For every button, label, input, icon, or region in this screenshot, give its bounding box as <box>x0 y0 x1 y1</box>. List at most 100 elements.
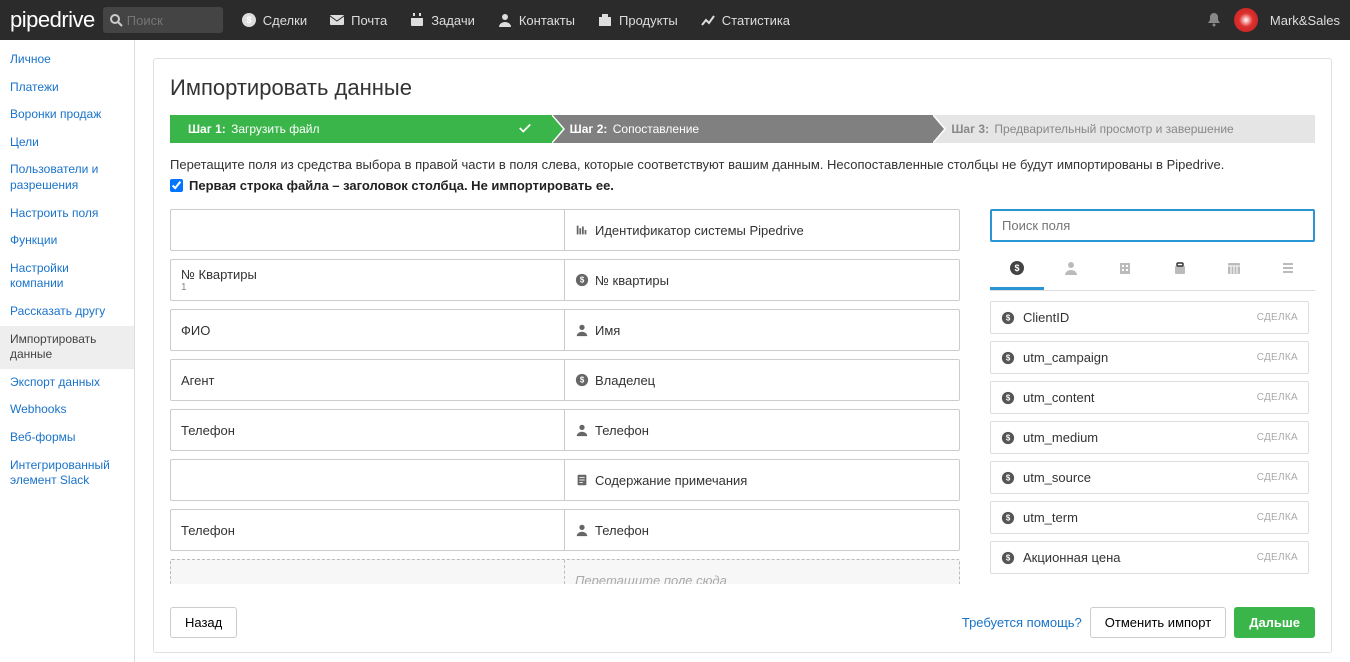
sidebar-item-8[interactable]: Рассказать другу <box>0 298 134 326</box>
field-tag: СДЕЛКА <box>1257 552 1298 563</box>
nav-products[interactable]: Продукты <box>597 12 678 28</box>
field-item[interactable]: utm_contentСДЕЛКА <box>990 381 1309 414</box>
notifications-button[interactable] <box>1206 11 1222 30</box>
field-item[interactable]: utm_termСДЕЛКА <box>990 501 1309 534</box>
tab-org[interactable] <box>1098 252 1152 290</box>
dollar-icon <box>1001 511 1015 525</box>
instruction-text: Перетащите поля из средства выбора в пра… <box>170 157 1315 172</box>
map-row[interactable]: ФИОИмя <box>170 309 960 351</box>
field-item[interactable]: utm_mediumСДЕЛКА <box>990 421 1309 454</box>
avatar[interactable] <box>1234 8 1258 32</box>
mail-icon <box>329 12 345 28</box>
stepper: Шаг 1: Загрузить файл Шаг 2: Сопоставлен… <box>170 115 1315 143</box>
dollar-icon <box>575 373 589 387</box>
dollar-icon <box>1001 431 1015 445</box>
global-search-input[interactable] <box>127 13 207 28</box>
dollar-icon <box>1009 260 1025 276</box>
sidebar-item-13[interactable]: Интегрированный элемент Slack <box>0 452 134 495</box>
sidebar-item-9[interactable]: Импортировать данные <box>0 326 134 369</box>
field-tag: СДЕЛКА <box>1257 312 1298 323</box>
field-item[interactable]: Акционная ценаСДЕЛКА <box>990 541 1309 574</box>
calendar-icon <box>409 12 425 28</box>
field-tag: СДЕЛКА <box>1257 392 1298 403</box>
tab-note[interactable] <box>1261 252 1315 290</box>
first-row-checkbox[interactable] <box>170 179 183 192</box>
topbar: pipedrive Сделки Почта Задачи Контакты П… <box>0 0 1350 40</box>
sidebar-item-10[interactable]: Экспорт данных <box>0 369 134 397</box>
field-item[interactable]: utm_campaignСДЕЛКА <box>990 341 1309 374</box>
note-icon <box>575 473 589 487</box>
bars-icon <box>575 223 589 237</box>
global-search[interactable] <box>103 7 223 33</box>
map-row[interactable]: АгентВладелец <box>170 359 960 401</box>
sidebar-item-0[interactable]: Личное <box>0 46 134 74</box>
field-item[interactable]: utm_sourceСДЕЛКА <box>990 461 1309 494</box>
nav-deals[interactable]: Сделки <box>241 12 307 28</box>
next-button[interactable]: Дальше <box>1234 607 1315 638</box>
map-dst[interactable]: Владелец <box>565 360 959 400</box>
chart-icon <box>700 12 716 28</box>
map-row[interactable]: Содержание примечания <box>170 459 960 501</box>
map-row[interactable]: № Квартиры1№ квартиры <box>170 259 960 301</box>
map-row[interactable]: ТелефонТелефон <box>170 509 960 551</box>
map-row[interactable]: Идентификатор системы Pipedrive <box>170 209 960 251</box>
map-dst[interactable]: Содержание примечания <box>565 460 959 500</box>
map-src: ФИО <box>171 310 565 350</box>
nav: Сделки Почта Задачи Контакты Продукты Ст… <box>241 12 790 28</box>
search-icon <box>109 13 123 27</box>
cancel-button[interactable]: Отменить импорт <box>1090 607 1226 638</box>
username[interactable]: Mark&Sales <box>1270 13 1340 28</box>
check-icon <box>518 121 532 138</box>
tab-deal[interactable] <box>990 252 1044 290</box>
map-dst[interactable]: Имя <box>565 310 959 350</box>
field-tag: СДЕЛКА <box>1257 512 1298 523</box>
person-icon <box>575 423 589 437</box>
dollar-icon <box>1001 311 1015 325</box>
tab-activity[interactable] <box>1207 252 1261 290</box>
tab-product[interactable] <box>1153 252 1207 290</box>
map-row[interactable]: ТелефонТелефон <box>170 409 960 451</box>
map-drop-placeholder[interactable]: Перетащите поле сюда <box>170 559 960 584</box>
sidebar-item-7[interactable]: Настройки компании <box>0 255 134 298</box>
map-src: № Квартиры1 <box>171 260 565 300</box>
lines-icon <box>1280 260 1296 276</box>
sidebar-item-3[interactable]: Цели <box>0 129 134 157</box>
dollar-icon <box>575 273 589 287</box>
tab-person[interactable] <box>1044 252 1098 290</box>
back-button[interactable]: Назад <box>170 607 237 638</box>
step-2: Шаг 2: Сопоставление <box>552 115 934 143</box>
map-dst[interactable]: Телефон <box>565 410 959 450</box>
sidebar-item-4[interactable]: Пользователи и разрешения <box>0 156 134 199</box>
map-dst[interactable]: Идентификатор системы Pipedrive <box>565 210 959 250</box>
field-item[interactable]: ClientIDСДЕЛКА <box>990 301 1309 334</box>
sidebar: ЛичноеПлатежиВоронки продажЦелиПользоват… <box>0 40 135 662</box>
nav-stats[interactable]: Статистика <box>700 12 790 28</box>
nav-contacts[interactable]: Контакты <box>497 12 575 28</box>
sidebar-item-2[interactable]: Воронки продаж <box>0 101 134 129</box>
field-tabs <box>990 252 1315 291</box>
bell-icon <box>1206 11 1222 27</box>
sidebar-item-6[interactable]: Функции <box>0 227 134 255</box>
field-tag: СДЕЛКА <box>1257 432 1298 443</box>
map-src: Телефон <box>171 410 565 450</box>
nav-tasks[interactable]: Задачи <box>409 12 475 28</box>
sidebar-item-1[interactable]: Платежи <box>0 74 134 102</box>
bag-icon <box>1172 260 1188 276</box>
field-picker: ClientIDСДЕЛКА utm_campaignСДЕЛКА utm_cont… <box>990 209 1315 584</box>
dollar-icon <box>1001 551 1015 565</box>
field-tag: СДЕЛКА <box>1257 352 1298 363</box>
nav-mail[interactable]: Почта <box>329 12 387 28</box>
help-link[interactable]: Требуется помощь? <box>962 615 1082 630</box>
sidebar-item-5[interactable]: Настроить поля <box>0 200 134 228</box>
sidebar-item-11[interactable]: Webhooks <box>0 396 134 424</box>
dollar-icon <box>241 12 257 28</box>
field-list[interactable]: ClientIDСДЕЛКА utm_campaignСДЕЛКА utm_cont… <box>990 301 1315 584</box>
dollar-icon <box>1001 351 1015 365</box>
mapping-column[interactable]: Идентификатор системы Pipedrive№ Квартир… <box>170 209 966 584</box>
map-dst[interactable]: № квартиры <box>565 260 959 300</box>
field-search-input[interactable] <box>990 209 1315 242</box>
sidebar-item-12[interactable]: Веб-формы <box>0 424 134 452</box>
step-1: Шаг 1: Загрузить файл <box>170 115 552 143</box>
map-src: Агент <box>171 360 565 400</box>
map-dst[interactable]: Телефон <box>565 510 959 550</box>
